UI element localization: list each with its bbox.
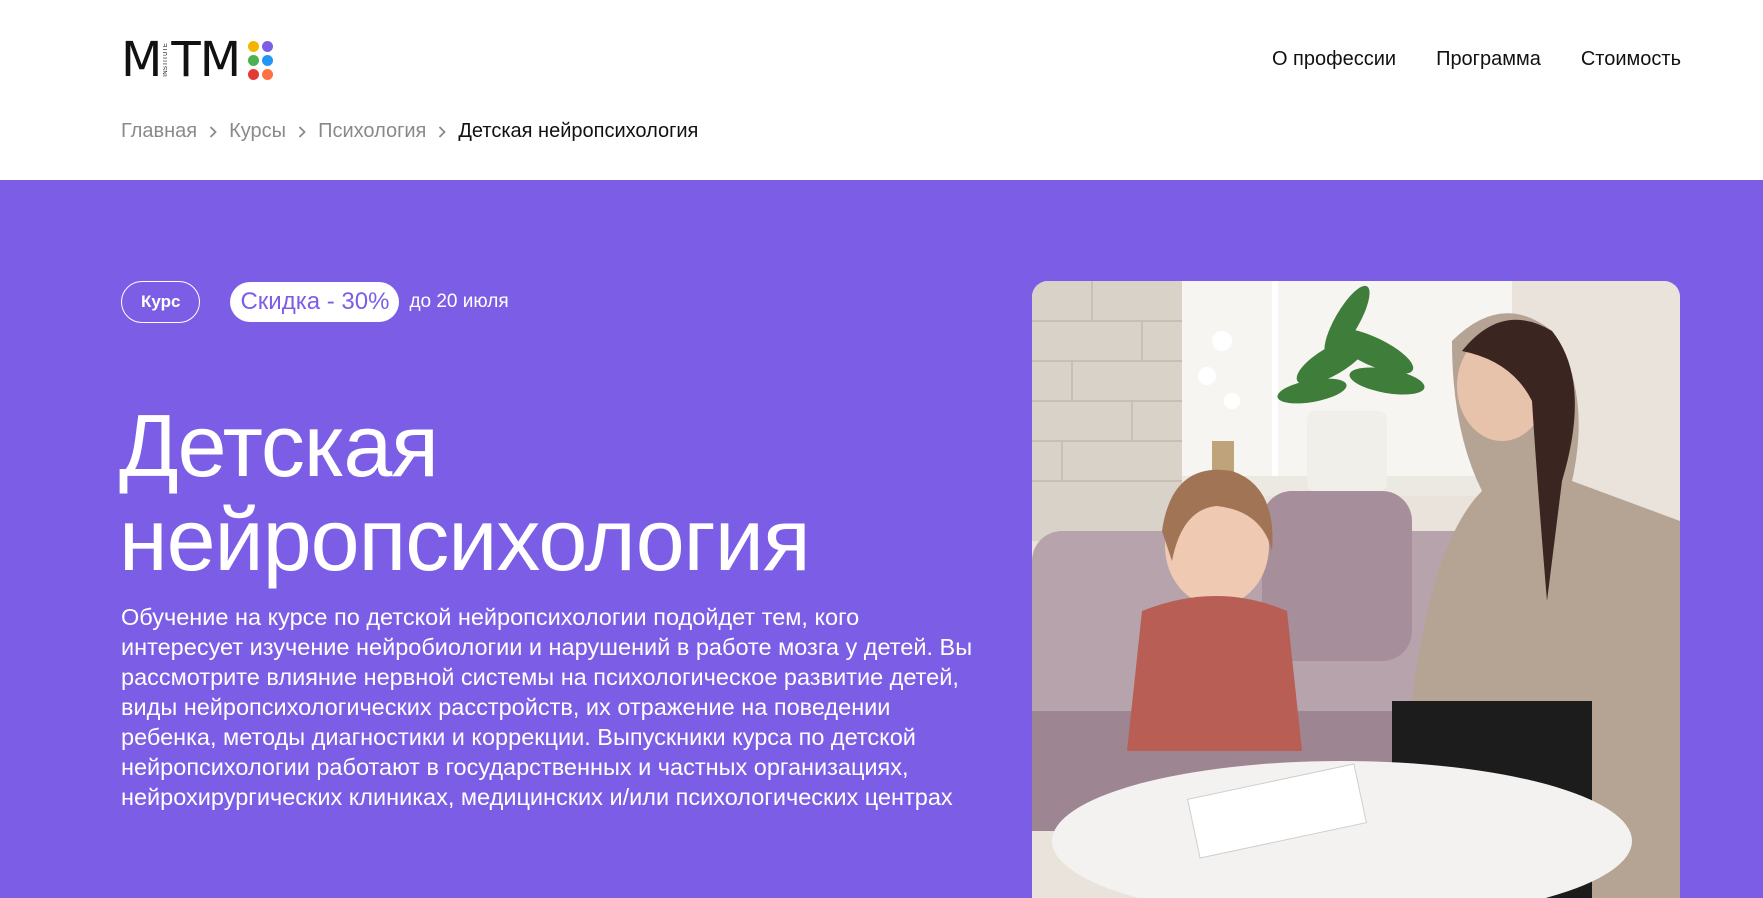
logo-institute-label: INSTITUTE xyxy=(163,43,170,77)
chevron-right-icon xyxy=(209,125,217,138)
photo-illustration xyxy=(1032,281,1680,898)
page-title: Детская нейропсихология xyxy=(119,399,939,587)
course-description: Обучение на курсе по детской нейропсихол… xyxy=(121,604,973,810)
hero-section: Курс Скидка - 30% до 20 июля Детская ней… xyxy=(0,180,1763,898)
logo-dot xyxy=(262,68,274,80)
nav-item-about-profession[interactable]: О профессии xyxy=(1272,48,1396,71)
breadcrumb-courses[interactable]: Курсы xyxy=(229,120,286,143)
logo-letter-m2: M xyxy=(199,32,241,88)
main-nav: О профессии Программа Стоимость xyxy=(1272,48,1681,71)
breadcrumb-psychology[interactable]: Психология xyxy=(318,120,426,143)
hero-photo xyxy=(1032,281,1680,898)
logo-dot xyxy=(248,68,260,80)
logo-dot xyxy=(248,40,260,52)
breadcrumb-current: Детская нейропсихология xyxy=(458,120,699,142)
chevron-right-icon xyxy=(298,125,306,138)
course-badge: Курс xyxy=(121,281,201,323)
logo-letter-m: M xyxy=(121,32,162,88)
logo-dot xyxy=(262,54,274,66)
logo-letter-t: T xyxy=(171,32,200,88)
logo-dots-icon xyxy=(248,40,274,80)
discount-deadline: до 20 июля xyxy=(409,291,509,312)
discount-badge: Скидка - 30% xyxy=(230,282,400,322)
site-header: M INSTITUTE T M О профессии Программа Ст… xyxy=(0,0,1763,180)
breadcrumb-home[interactable]: Главная xyxy=(121,120,197,143)
chevron-right-icon xyxy=(438,125,447,138)
logo[interactable]: M INSTITUTE T M xyxy=(121,32,274,88)
page-title-line-2: нейропсихология xyxy=(119,490,811,589)
nav-item-price[interactable]: Стоимость xyxy=(1581,48,1681,71)
breadcrumb: Главная Курсы Психология Детская нейропс… xyxy=(121,120,698,143)
hero-tags: Курс Скидка - 30% до 20 июля xyxy=(121,281,509,323)
page-title-line-1: Детская xyxy=(119,396,439,495)
logo-dot xyxy=(262,40,274,52)
nav-item-program[interactable]: Программа xyxy=(1436,48,1541,71)
logo-dot xyxy=(248,54,260,66)
